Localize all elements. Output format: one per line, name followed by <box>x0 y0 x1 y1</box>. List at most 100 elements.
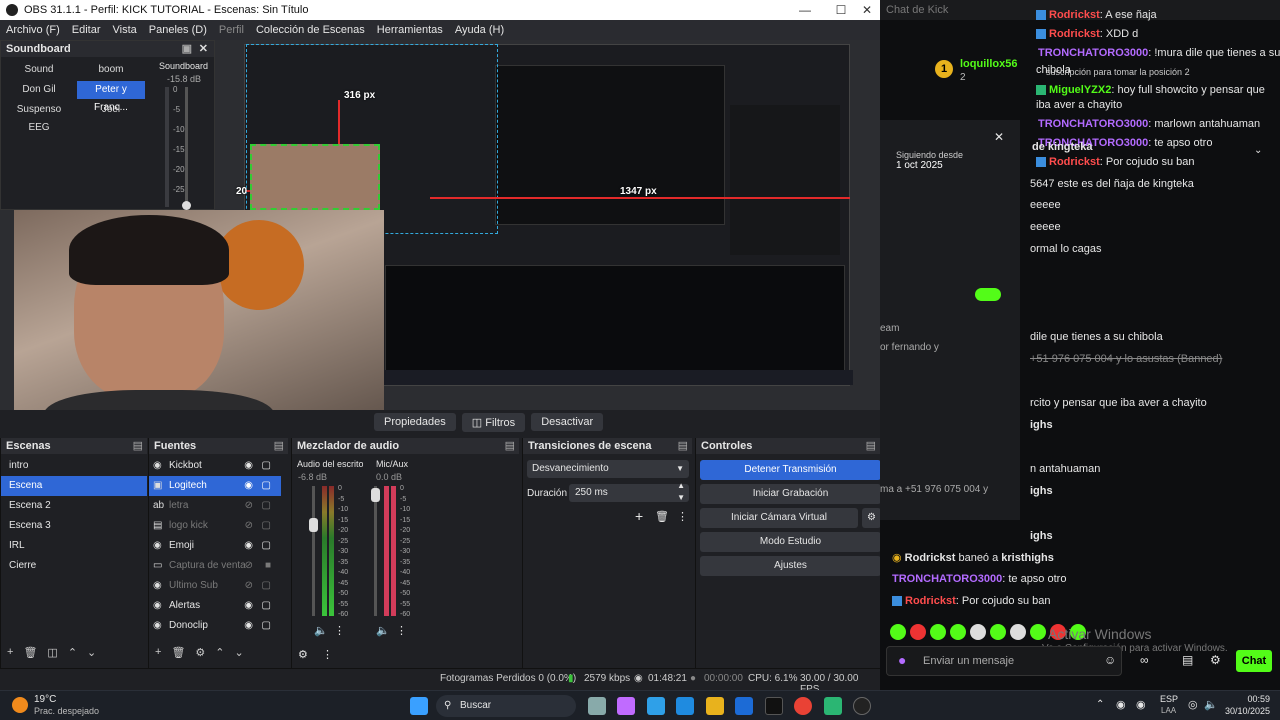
sound-button-suspenso[interactable]: Suspenso EEG <box>7 101 71 133</box>
move-up-icon[interactable]: ⌃ <box>68 646 77 662</box>
chat-username[interactable]: Rodrickst <box>1049 9 1100 21</box>
spin-arrows-icon[interactable]: ▲ ▼ <box>677 480 685 504</box>
menu-docks[interactable]: Paneles (D) <box>149 24 207 36</box>
mic-icon[interactable]: ● <box>898 652 906 668</box>
chat-username[interactable]: TRONCHATORO3000 <box>892 573 1002 585</box>
obs-taskbar-icon[interactable] <box>853 697 871 715</box>
eye-hidden-icon[interactable]: ⊘ <box>245 516 253 536</box>
remove-icon[interactable]: 🗑 <box>23 646 37 662</box>
desktop-volume-handle[interactable] <box>309 518 318 532</box>
speaker-icon[interactable]: 🔈 <box>376 624 390 637</box>
properties-button[interactable]: Propiedades <box>374 413 456 431</box>
lock-icon[interactable]: ▢ <box>262 516 271 536</box>
dock-menu-icon[interactable]: ▤ <box>678 438 688 454</box>
deactivate-button[interactable]: Desactivar <box>531 413 604 431</box>
soundboard-volume-slider[interactable] <box>185 87 188 207</box>
chat-username[interactable]: Rodrickst <box>905 595 956 607</box>
dock-menu-icon[interactable]: ▤ <box>133 438 143 454</box>
menu-profile[interactable]: Perfil <box>219 24 244 36</box>
eye-hidden-icon[interactable]: ⊘ <box>245 496 253 516</box>
menu-view[interactable]: Vista <box>113 24 137 36</box>
menu-file[interactable]: Archivo (F) <box>6 24 60 36</box>
remove-icon[interactable]: 🗑 <box>171 646 185 662</box>
mic-volume-slider[interactable] <box>374 486 377 616</box>
app-tray-icon[interactable]: ◉ <box>1116 698 1126 711</box>
desktop-volume-slider[interactable] <box>312 486 315 616</box>
webcam-source[interactable] <box>14 210 384 410</box>
eye-icon[interactable]: ◉ <box>244 616 253 636</box>
source-item-letra[interactable]: ab letra ⊘ ▢ <box>149 496 281 516</box>
emote-icon[interactable] <box>990 624 1006 640</box>
add-icon[interactable]: + <box>7 646 13 662</box>
infinity-icon[interactable]: ∞ <box>1140 653 1149 667</box>
lock-icon[interactable]: ▢ <box>262 596 271 616</box>
close-icon[interactable]: ✕ <box>199 41 208 57</box>
gift-icon[interactable]: ▤ <box>1182 653 1193 667</box>
tray-icon[interactable]: ◉ <box>1136 698 1146 711</box>
outlook-icon[interactable] <box>735 697 753 715</box>
source-item-emoji[interactable]: ◉ Emoji ◉ ▢ <box>149 536 281 556</box>
move-up-icon[interactable]: ⌃ <box>215 646 224 662</box>
emote-icon[interactable] <box>950 624 966 640</box>
source-item-logo-kick[interactable]: ▤ logo kick ⊘ ▢ <box>149 516 281 536</box>
lock-icon[interactable]: ▢ <box>262 536 271 556</box>
chat-username[interactable]: TRONCHATORO3000 <box>1038 47 1148 59</box>
dock-menu-icon[interactable]: ▤ <box>505 438 515 454</box>
selected-webcam-box[interactable] <box>250 144 380 210</box>
kebab-menu-icon[interactable]: ⋮ <box>396 624 407 637</box>
lock-icon[interactable]: ▢ <box>262 476 271 496</box>
lock-icon[interactable]: ▢ <box>262 576 271 596</box>
scene-item-intro[interactable]: intro <box>1 456 147 476</box>
transition-select[interactable]: Desvanecimiento ▼ <box>527 460 689 478</box>
move-down-icon[interactable]: ⌄ <box>235 646 244 662</box>
speaker-icon[interactable]: 🔈 <box>314 624 328 637</box>
menu-help[interactable]: Ayuda (H) <box>455 24 504 36</box>
source-item-alertas[interactable]: ◉ Alertas ◉ ▢ <box>149 596 281 616</box>
lock-icon[interactable]: ▢ <box>262 496 271 516</box>
filters-button[interactable]: ◫ Filtros <box>461 412 526 432</box>
tiktok-icon[interactable] <box>765 697 783 715</box>
chat-ban-target[interactable]: kristhighs <box>1001 552 1054 564</box>
scene-item-escena-3[interactable]: Escena 3 <box>1 516 147 536</box>
scene-item-escena-2[interactable]: Escena 2 <box>1 496 147 516</box>
menu-scene-collection[interactable]: Colección de Escenas <box>256 24 365 36</box>
add-icon[interactable]: + <box>155 646 161 662</box>
source-item-donoclip[interactable]: ◉ Donoclip ◉ ▢ <box>149 616 281 636</box>
sound-button-joel[interactable]: Joel <box>77 101 145 119</box>
remove-icon[interactable]: 🗑 <box>655 510 669 523</box>
emote-icon[interactable] <box>970 624 986 640</box>
eye-icon[interactable]: ◉ <box>244 596 253 616</box>
move-down-icon[interactable]: ⌄ <box>87 646 96 662</box>
dock-menu-icon[interactable]: ▤ <box>274 438 284 454</box>
duration-spinbox[interactable]: 250 ms ▲ ▼ <box>569 481 689 502</box>
lock-icon[interactable]: ▢ <box>262 456 271 476</box>
menu-tools[interactable]: Herramientas <box>377 24 443 36</box>
chat-username[interactable]: MiguelYZX2 <box>1049 84 1111 96</box>
studio-mode-button[interactable]: Modo Estudio <box>700 532 881 552</box>
sound-button-peter[interactable]: Peter y Franc... <box>77 81 145 113</box>
scene-item-irl[interactable]: IRL <box>1 536 147 556</box>
chat-send-button[interactable]: Chat <box>1236 650 1272 672</box>
emote-icon[interactable] <box>890 624 906 640</box>
eye-icon[interactable]: ◉ <box>244 456 253 476</box>
chat-message-input[interactable]: Enviar un mensaje <box>886 646 1122 676</box>
eye-icon[interactable]: ◉ <box>244 536 253 556</box>
settings-button[interactable]: Ajustes <box>700 556 881 576</box>
language-code[interactable]: ESP <box>1160 694 1178 704</box>
task-view-icon[interactable] <box>588 697 606 715</box>
minimize-icon[interactable]: — <box>790 0 820 20</box>
wifi-icon[interactable]: ◎ <box>1188 698 1198 711</box>
add-icon[interactable]: + <box>635 508 643 524</box>
emote-icon[interactable] <box>1010 624 1026 640</box>
source-item-ultimo-sub[interactable]: ◉ Ultimo Sub ⊘ ▢ <box>149 576 281 596</box>
dock-menu-icon[interactable]: ▤ <box>866 438 876 454</box>
app-icon[interactable] <box>647 697 665 715</box>
eye-hidden-icon[interactable]: ⊘ <box>245 576 253 596</box>
windows-start-icon[interactable] <box>410 697 428 715</box>
gear-icon[interactable]: ⚙ <box>862 508 881 528</box>
start-recording-button[interactable]: Iniciar Grabación <box>700 484 881 504</box>
app-icon[interactable] <box>824 697 842 715</box>
emote-icon[interactable] <box>930 624 946 640</box>
kebab-menu-icon[interactable]: ⋮ <box>334 624 345 637</box>
emote-icon[interactable] <box>1030 624 1046 640</box>
